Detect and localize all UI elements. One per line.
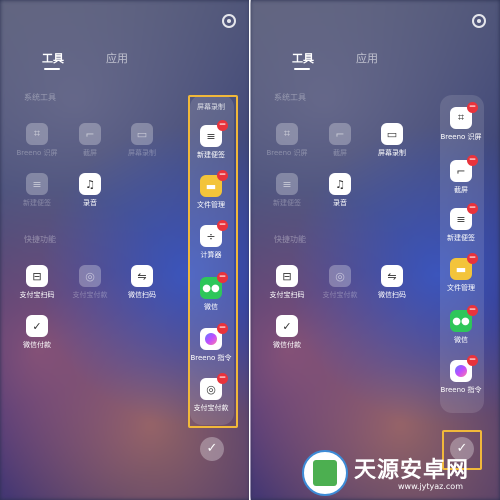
tool-label: Breeno 识屏 xyxy=(266,149,308,157)
tool-wechat-scan[interactable]: ⇋ 微信扫码 xyxy=(117,265,167,300)
tool-label: 屏幕录制 xyxy=(378,149,406,157)
tool-alipay-scan[interactable]: ⊟ 支付宝扫码 xyxy=(262,265,312,300)
site-watermark: 天源安卓网 www.jytyaz.com xyxy=(300,448,500,500)
tool-screen-record[interactable]: ▭ 屏幕录制 xyxy=(367,123,417,158)
note-icon: ≡ xyxy=(276,173,298,195)
tool-new-note[interactable]: ≡ 新建便签 xyxy=(12,173,62,208)
tool-label: 截屏 xyxy=(333,149,347,157)
scan-icon: ⌗ xyxy=(26,123,48,145)
mic-icon: ♫ xyxy=(329,173,351,195)
tool-wechat-scan[interactable]: ⇋ 微信扫码 xyxy=(367,265,417,300)
video-icon: ▭ xyxy=(381,123,403,145)
left-screenshot: 工具 应用 系统工具 快捷功能 ⌗ Breeno 识屏 ⌐ 截屏 ▭ 屏幕录制 … xyxy=(0,0,250,500)
tool-recorder[interactable]: ♫ 录音 xyxy=(65,173,115,208)
dock-item-wechat[interactable]: ●● − 微信 xyxy=(436,305,486,345)
dock-item-breeno[interactable]: − Breeno 指令 xyxy=(436,355,486,395)
crop-icon: ⌐ xyxy=(329,123,351,145)
dock-item-label: 文件管理 xyxy=(447,284,475,292)
alipay-icon: ◎ xyxy=(329,265,351,287)
confirm-check-icon[interactable]: ✓ xyxy=(200,437,224,461)
tool-label: Breeno 识屏 xyxy=(16,149,58,157)
tool-label: 截屏 xyxy=(83,149,97,157)
remove-badge-icon[interactable]: − xyxy=(467,355,478,366)
section-system-tools: 系统工具 xyxy=(274,93,306,102)
section-shortcuts: 快捷功能 xyxy=(274,235,306,244)
watermark-url: www.jytyaz.com xyxy=(398,482,463,491)
site-logo-icon xyxy=(302,450,348,496)
dock-item-breeno-scan[interactable]: ⌗ − Breeno 识屏 xyxy=(436,102,486,142)
tab-tools[interactable]: 工具 xyxy=(42,50,64,66)
tool-alipay-scan[interactable]: ⊟ 支付宝扫码 xyxy=(12,265,62,300)
wechat-pay-icon: ✓ xyxy=(26,315,48,337)
tool-breeno-scan[interactable]: ⌗ Breeno 识屏 xyxy=(262,123,312,158)
wechat-pay-icon: ✓ xyxy=(276,315,298,337)
remove-badge-icon[interactable]: − xyxy=(467,253,478,264)
note-icon: ≡ xyxy=(26,173,48,195)
dock-item-new-note[interactable]: ≡ − 新建便签 xyxy=(436,203,486,243)
tool-label: 微信付款 xyxy=(273,341,301,349)
scan-code-icon: ⊟ xyxy=(26,265,48,287)
tool-label: 支付宝付款 xyxy=(322,291,358,299)
scan-code-icon: ⊟ xyxy=(276,265,298,287)
tool-label: 支付宝付款 xyxy=(72,291,108,299)
wechat-scan-icon: ⇋ xyxy=(381,265,403,287)
tool-screen-record[interactable]: ▭ 屏幕录制 xyxy=(117,123,167,158)
tool-recorder[interactable]: ♫ 录音 xyxy=(315,173,365,208)
dock-item-label: 新建便签 xyxy=(447,234,475,242)
tool-label: 新建便签 xyxy=(273,199,301,207)
tool-wechat-pay[interactable]: ✓ 微信付款 xyxy=(262,315,312,350)
watermark-title: 天源安卓网 xyxy=(354,458,470,483)
remove-badge-icon[interactable]: − xyxy=(467,305,478,316)
tab-tools[interactable]: 工具 xyxy=(292,50,314,66)
tool-label: 支付宝扫码 xyxy=(19,291,55,299)
tool-label: 录音 xyxy=(333,199,347,207)
dock-item-label: 微信 xyxy=(454,336,468,344)
tool-label: 新建便签 xyxy=(23,199,51,207)
section-system-tools: 系统工具 xyxy=(24,93,56,102)
tool-screenshot[interactable]: ⌐ 截屏 xyxy=(65,123,115,158)
tool-label: 支付宝扫码 xyxy=(269,291,305,299)
tool-alipay-pay[interactable]: ◎ 支付宝付款 xyxy=(65,265,115,300)
tab-apps[interactable]: 应用 xyxy=(106,50,128,66)
tool-label: 微信扫码 xyxy=(378,291,406,299)
tool-label: 屏幕录制 xyxy=(128,149,156,157)
tab-tools-underline xyxy=(294,68,310,70)
tool-label: 微信扫码 xyxy=(128,291,156,299)
crop-icon: ⌐ xyxy=(79,123,101,145)
remove-badge-icon[interactable]: − xyxy=(467,102,478,113)
tool-new-note[interactable]: ≡ 新建便签 xyxy=(262,173,312,208)
section-shortcuts: 快捷功能 xyxy=(24,235,56,244)
tool-label: 微信付款 xyxy=(23,341,51,349)
scan-icon: ⌗ xyxy=(276,123,298,145)
right-screenshot: 工具 应用 系统工具 快捷功能 ⌗ Breeno 识屏 ⌐ 截屏 ▭ 屏幕录制 … xyxy=(250,0,500,500)
settings-gear-icon[interactable] xyxy=(222,14,236,28)
highlight-box xyxy=(188,95,238,428)
settings-gear-icon[interactable] xyxy=(472,14,486,28)
mic-icon: ♫ xyxy=(79,173,101,195)
dock-item-label: Breeno 指令 xyxy=(440,386,482,394)
tool-screenshot[interactable]: ⌐ 截屏 xyxy=(315,123,365,158)
tool-alipay-pay[interactable]: ◎ 支付宝付款 xyxy=(315,265,365,300)
wechat-scan-icon: ⇋ xyxy=(131,265,153,287)
video-icon: ▭ xyxy=(131,123,153,145)
remove-badge-icon[interactable]: − xyxy=(467,203,478,214)
tool-wechat-pay[interactable]: ✓ 微信付款 xyxy=(12,315,62,350)
dock-item-file-manager[interactable]: ▬ − 文件管理 xyxy=(436,253,486,293)
tab-tools-underline xyxy=(44,68,60,70)
dock-item-label: 截屏 xyxy=(454,186,468,194)
tab-apps[interactable]: 应用 xyxy=(356,50,378,66)
tool-label: 录音 xyxy=(83,199,97,207)
dock-item-label: Breeno 识屏 xyxy=(440,133,482,141)
alipay-icon: ◎ xyxy=(79,265,101,287)
dock-item-screenshot[interactable]: ⌐ − 截屏 xyxy=(436,155,486,195)
remove-badge-icon[interactable]: − xyxy=(467,155,478,166)
tool-breeno-scan[interactable]: ⌗ Breeno 识屏 xyxy=(12,123,62,158)
